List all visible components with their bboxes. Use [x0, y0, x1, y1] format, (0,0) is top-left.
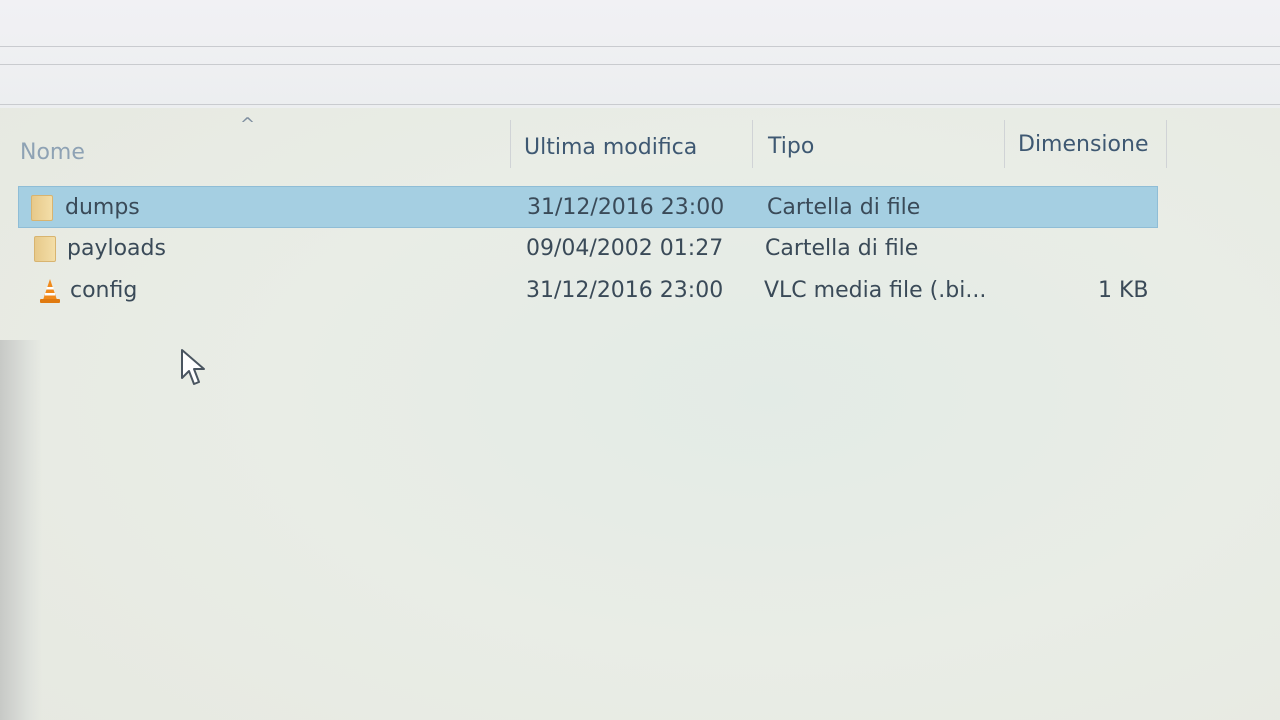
column-separator[interactable] [510, 120, 511, 168]
sort-ascending-icon: ^ [240, 114, 256, 135]
mouse-cursor-icon [181, 349, 205, 385]
column-header-type[interactable]: Tipo [768, 134, 814, 159]
window-edge [0, 340, 42, 720]
divider-line [0, 64, 1280, 65]
divider-line [0, 46, 1280, 47]
file-row-dumps[interactable]: dumps 31/12/2016 23:00 Cartella di file [18, 186, 1158, 228]
file-name: config [70, 278, 138, 303]
column-header-modified[interactable]: Ultima modifica [524, 135, 697, 160]
column-header-size[interactable]: Dimensione [1018, 132, 1148, 157]
file-name: dumps [65, 195, 140, 220]
folder-icon [31, 195, 53, 221]
file-row-payloads[interactable]: payloads 09/04/2002 01:27 Cartella di fi… [18, 228, 1158, 270]
file-explorer-window: ^ Nome Ultima modifica Tipo Dimensione d… [0, 0, 1280, 720]
file-modified: 09/04/2002 01:27 [526, 236, 724, 261]
file-type: VLC media file (.bi... [764, 278, 987, 303]
file-type: Cartella di file [765, 236, 919, 261]
file-size: 1 KB [1098, 278, 1149, 303]
file-name: payloads [67, 236, 166, 261]
toolbar-area [0, 0, 1280, 108]
column-separator[interactable] [1166, 120, 1167, 168]
column-header-name[interactable]: Nome [20, 140, 85, 165]
file-modified: 31/12/2016 23:00 [526, 278, 724, 303]
file-type: Cartella di file [767, 195, 921, 220]
file-row-config[interactable]: config 31/12/2016 23:00 VLC media file (… [18, 270, 1158, 312]
folder-icon [34, 236, 56, 262]
column-separator[interactable] [1004, 120, 1005, 168]
column-separator[interactable] [752, 120, 753, 168]
divider-line [0, 104, 1280, 105]
file-modified: 31/12/2016 23:00 [527, 195, 725, 220]
vlc-icon [40, 279, 60, 303]
